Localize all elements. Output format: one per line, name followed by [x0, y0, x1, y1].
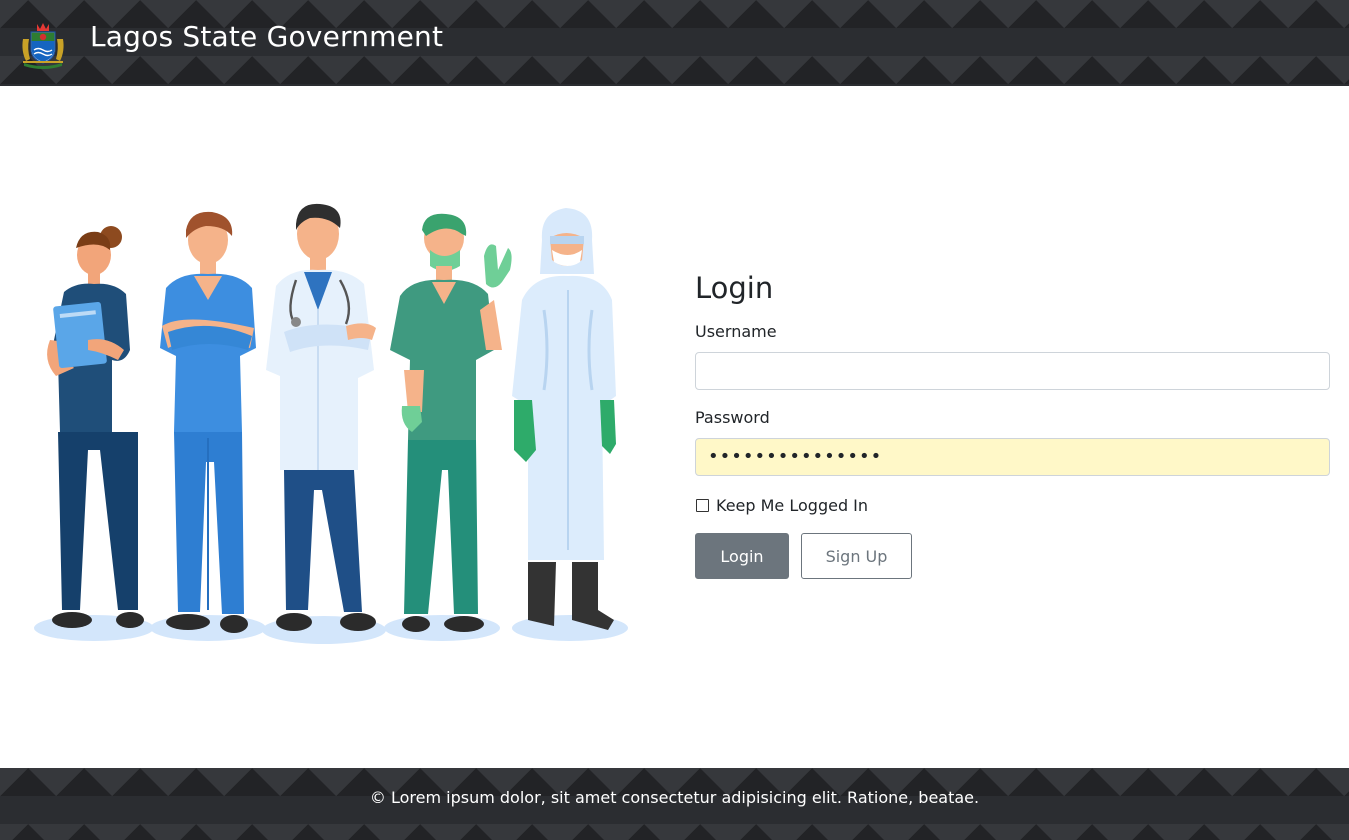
remember-me-checkbox[interactable] [696, 498, 709, 512]
site-footer: © Lorem ipsum dolor, sit amet consectetu… [0, 768, 1349, 840]
healthcare-workers-illustration [34, 203, 628, 644]
username-label: Username [695, 322, 777, 341]
lagos-state-crest-icon[interactable] [20, 19, 66, 69]
nurse-with-clipboard-figure [47, 226, 144, 628]
protective-suit-worker-figure [512, 208, 616, 630]
username-input[interactable] [695, 352, 1330, 390]
footer-copyright: © Lorem ipsum dolor, sit amet consectetu… [369, 788, 980, 807]
surgeon-figure [390, 213, 512, 632]
password-input[interactable]: ••••••••••••••• [695, 438, 1330, 476]
login-heading: Login [695, 271, 774, 305]
site-title: Lagos State Government [90, 20, 444, 53]
doctor-figure [266, 203, 376, 631]
male-nurse-figure [160, 211, 256, 633]
login-panel: Login Username Password ••••••••••••••• … [695, 268, 1330, 579]
remember-me-label[interactable]: Keep Me Logged In [716, 496, 868, 515]
sign-up-button[interactable]: Sign Up [801, 533, 912, 579]
login-button[interactable]: Login [695, 533, 789, 579]
password-label: Password [695, 408, 770, 427]
form-actions: Login Sign Up [695, 533, 1330, 579]
site-header: Lagos State Government [0, 0, 1349, 86]
remember-me-row[interactable]: Keep Me Logged In [695, 495, 1330, 515]
